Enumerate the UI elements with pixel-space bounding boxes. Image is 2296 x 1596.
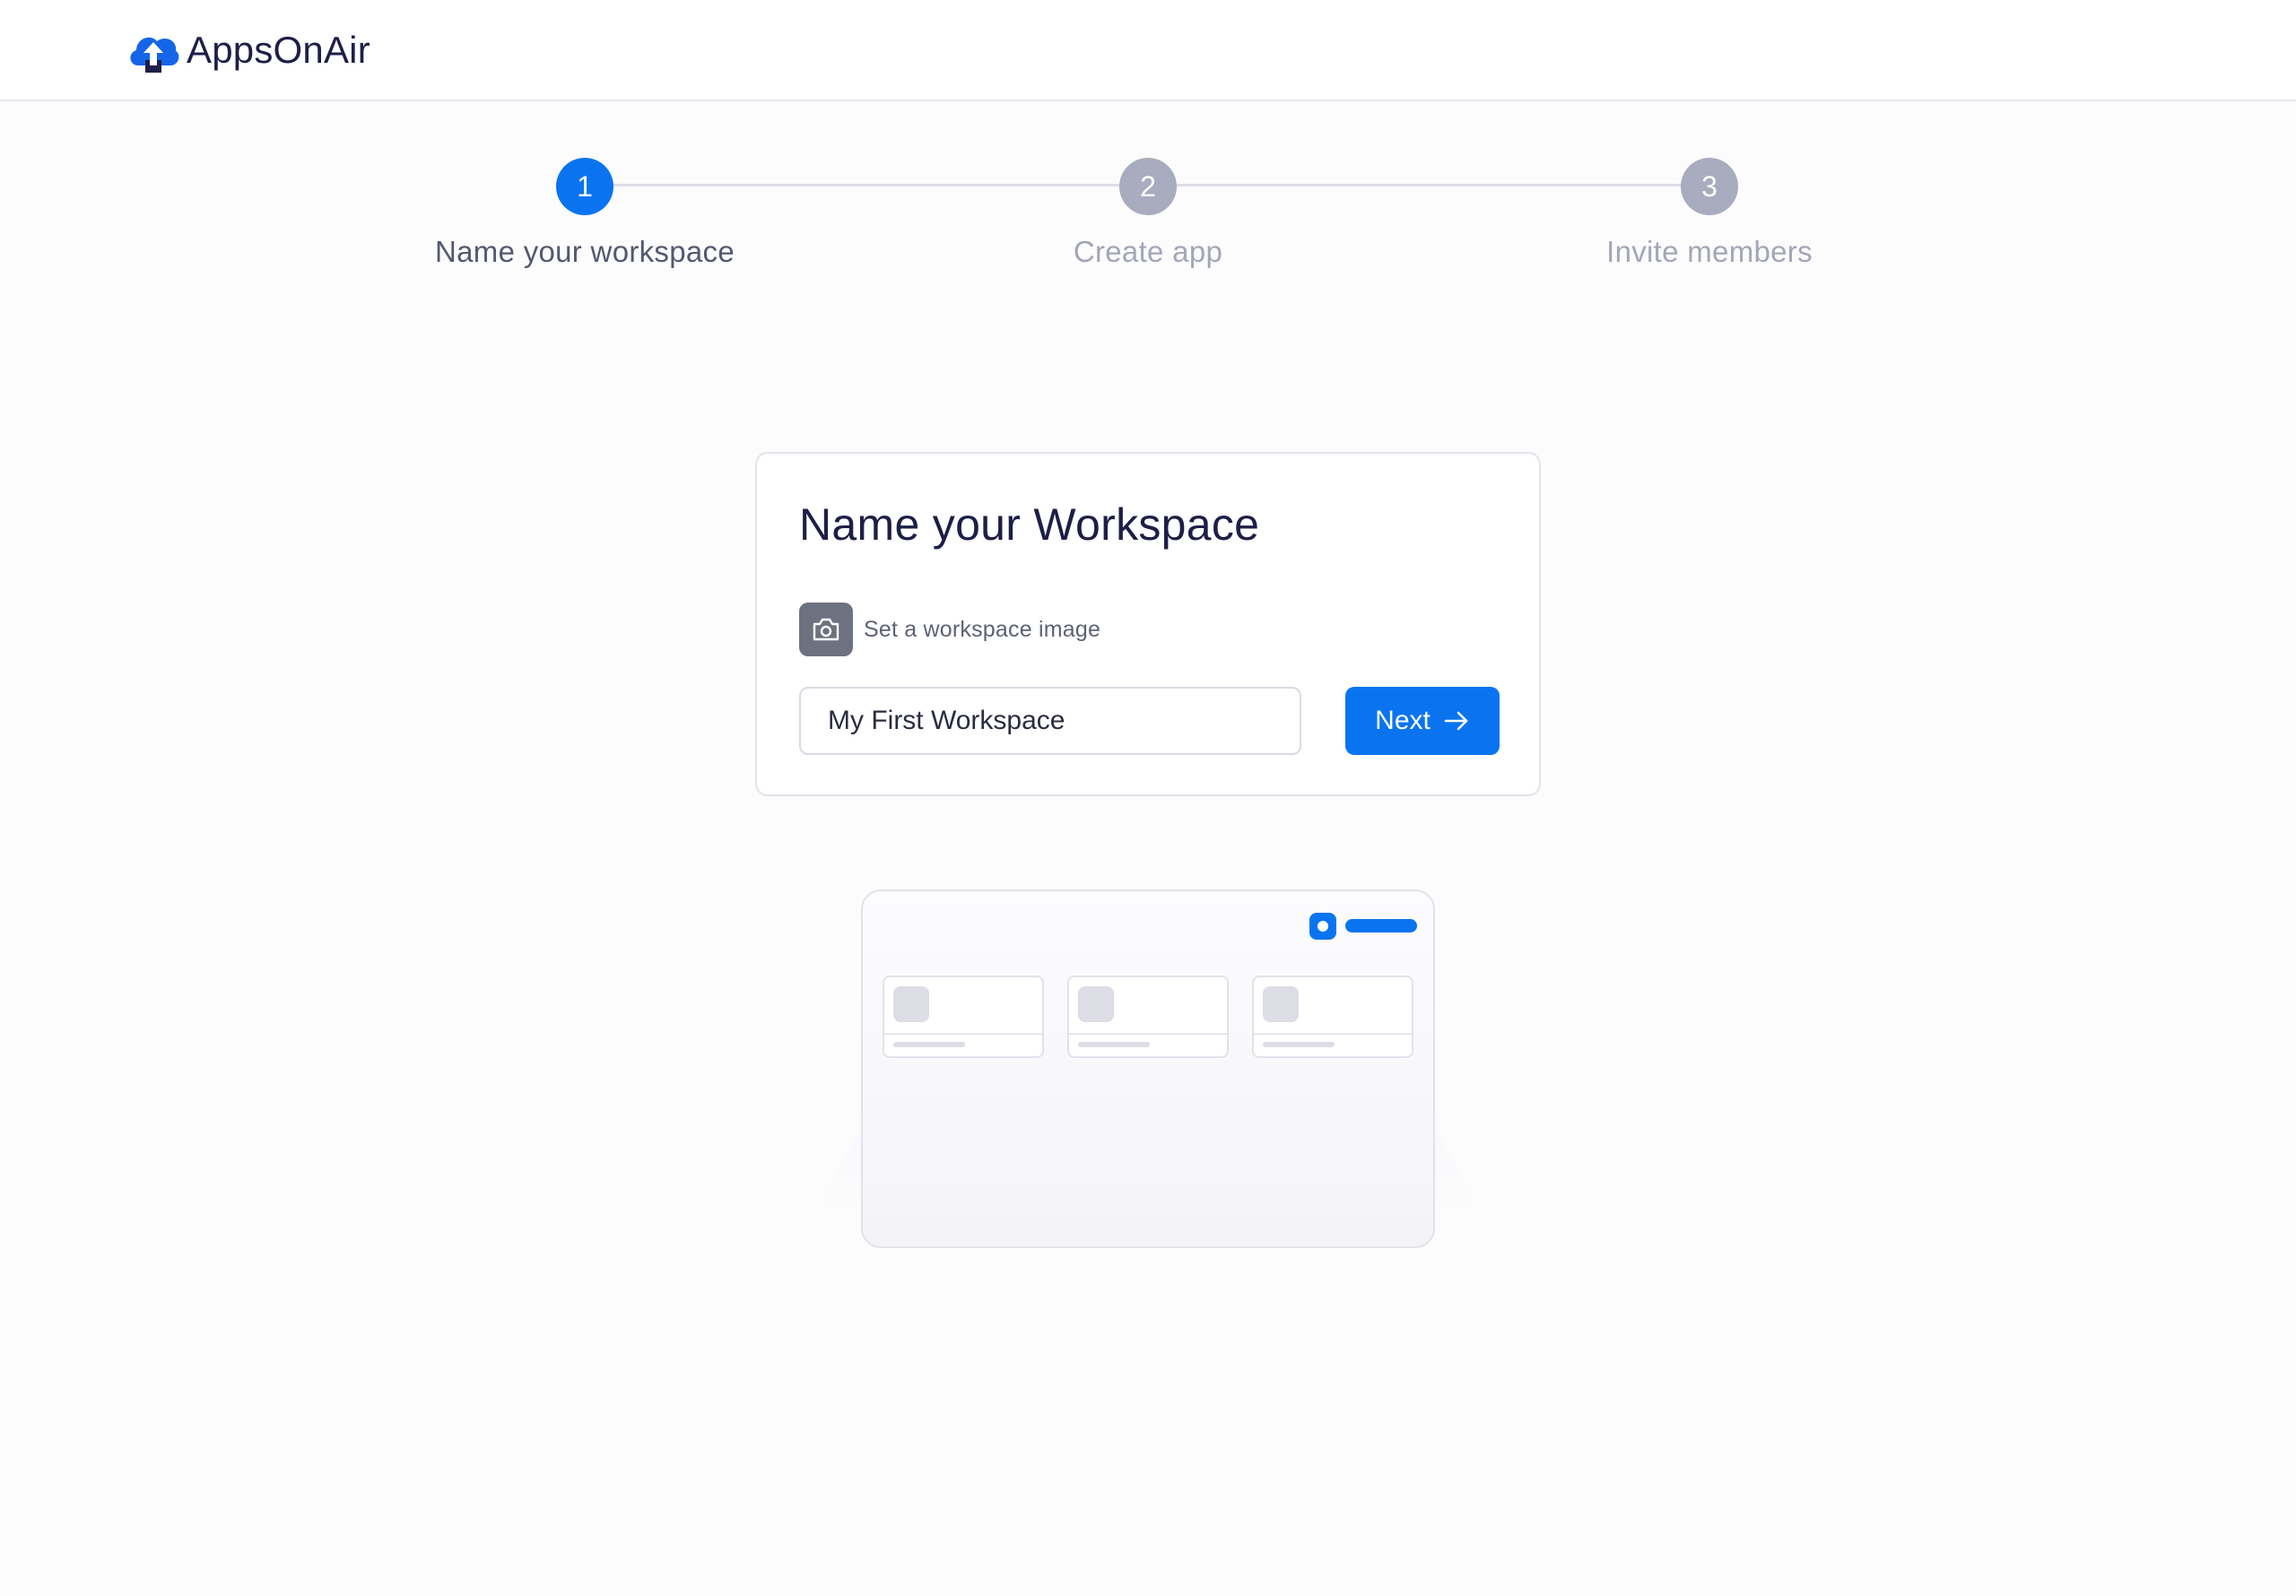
step-1-circle[interactable]: 1 (556, 158, 613, 215)
step-connector-1-2 (613, 184, 1119, 186)
illustration-tile (883, 976, 1044, 1058)
illustration-tile (1252, 976, 1413, 1058)
step-3-label: Invite members (1606, 235, 1813, 268)
camera-button[interactable] (799, 603, 853, 656)
set-workspace-image-button[interactable]: Set a workspace image (799, 603, 1100, 656)
workspace-name-input[interactable] (799, 687, 1301, 755)
next-button-label: Next (1375, 706, 1431, 735)
camera-icon (813, 618, 839, 641)
card-title: Name your Workspace (799, 499, 1260, 550)
step-connector-2-3 (1177, 184, 1681, 186)
set-workspace-image-label: Set a workspace image (864, 616, 1101, 642)
workspace-illustration (861, 889, 1435, 1248)
onboarding-stepper: 1 2 3 Name your workspace Create app Inv… (0, 0, 2296, 287)
illustration-header-bar (1345, 919, 1417, 932)
step-1-label: Name your workspace (435, 235, 735, 268)
next-button[interactable]: Next (1345, 687, 1500, 755)
illustration-avatar-dot (1309, 913, 1336, 940)
step-3-circle[interactable]: 3 (1681, 158, 1738, 215)
step-2-circle[interactable]: 2 (1119, 158, 1177, 215)
step-2-label: Create app (1073, 235, 1223, 268)
illustration-tile (1067, 976, 1229, 1058)
workspace-name-card: Name your Workspace Set a workspace imag… (755, 452, 1541, 796)
arrow-right-icon (1444, 711, 1468, 731)
